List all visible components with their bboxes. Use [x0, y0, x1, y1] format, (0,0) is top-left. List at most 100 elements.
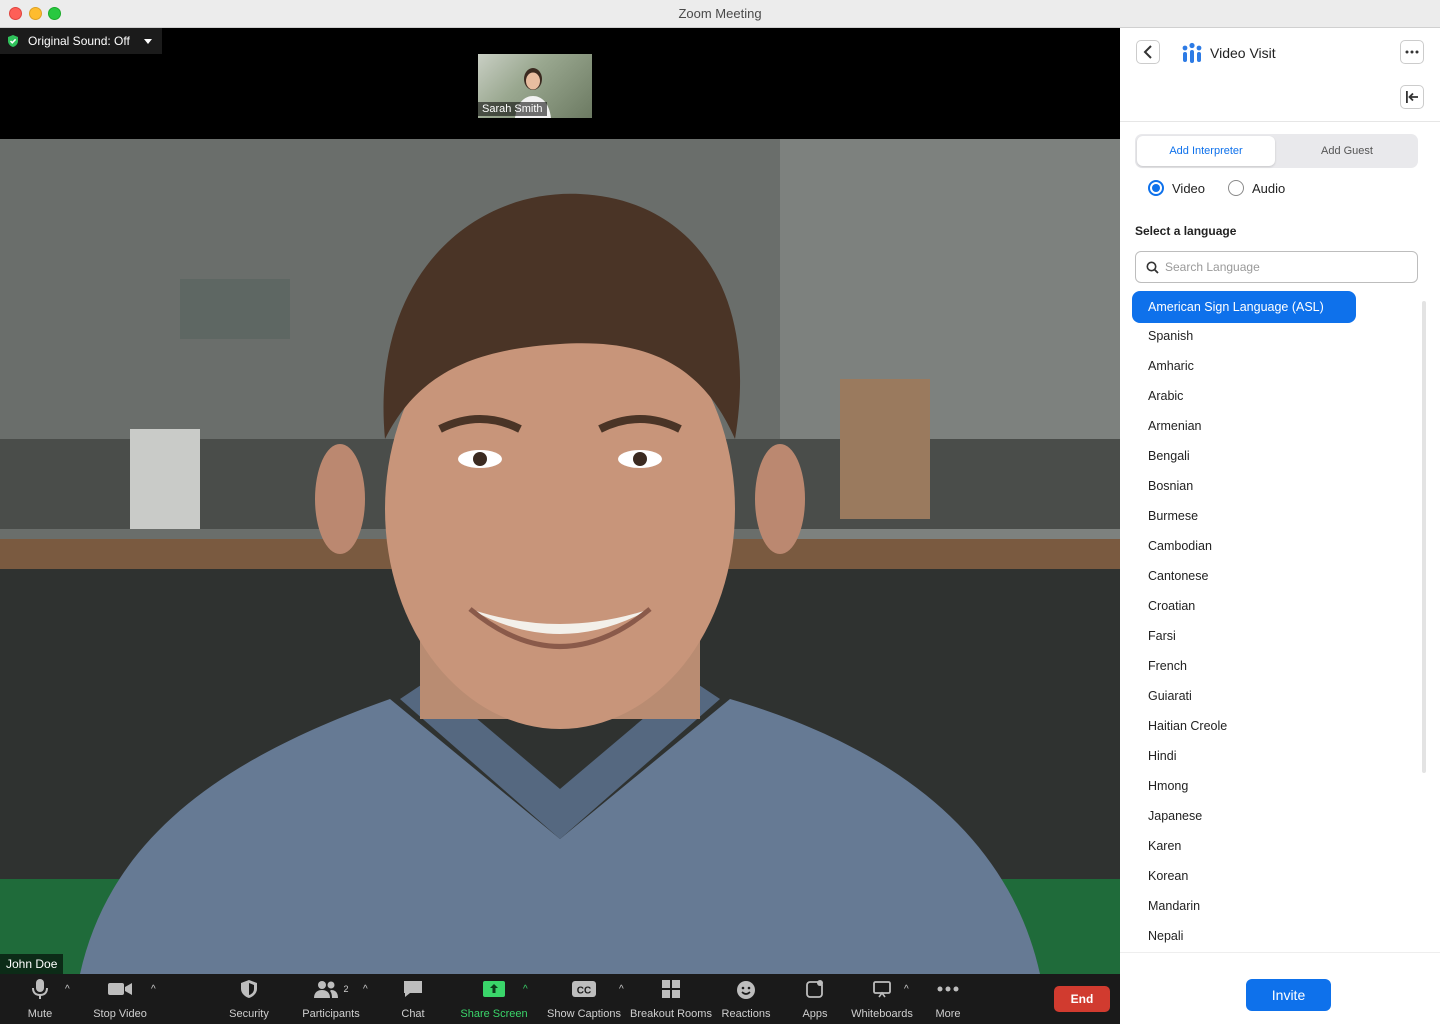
language-search-box[interactable]: [1135, 251, 1418, 283]
security-button[interactable]: Security: [229, 974, 269, 1024]
stop-video-button[interactable]: Stop Video: [93, 974, 147, 1024]
chat-bubble-icon: [402, 974, 424, 1004]
mute-options-chevron-icon[interactable]: ^: [65, 984, 70, 995]
panel-footer-divider: [1120, 952, 1440, 953]
share-options-chevron-icon[interactable]: ^: [523, 984, 528, 995]
participant-name-label: Sarah Smith: [478, 102, 547, 116]
video-visit-logo-icon: [1182, 42, 1202, 63]
language-option[interactable]: Amharic: [1132, 351, 1356, 381]
original-sound-label: Original Sound: Off: [28, 34, 130, 48]
show-captions-label: Show Captions: [547, 1008, 621, 1020]
apps-icon: [805, 974, 825, 1004]
language-option[interactable]: Hmong: [1132, 771, 1356, 801]
tab-add-interpreter[interactable]: Add Interpreter: [1137, 136, 1275, 166]
language-list: American Sign Language (ASL) Spanish Amhar…: [1132, 291, 1422, 951]
share-screen-button[interactable]: Share Screen: [460, 974, 528, 1024]
language-option[interactable]: Cantonese: [1132, 561, 1356, 591]
participant-thumbnail[interactable]: Sarah Smith: [478, 54, 592, 118]
add-mode-tabs: Add Interpreter Add Guest: [1135, 134, 1418, 168]
participants-count: 2: [343, 984, 349, 994]
more-label: More: [935, 1008, 961, 1020]
window-title: Zoom Meeting: [678, 6, 762, 21]
panel-title: Video Visit: [1210, 45, 1276, 61]
video-options-chevron-icon[interactable]: ^: [151, 984, 156, 995]
show-captions-button[interactable]: CC Show Captions: [547, 974, 621, 1024]
language-option[interactable]: Arabic: [1132, 381, 1356, 411]
apps-button[interactable]: Apps: [798, 974, 832, 1024]
language-option[interactable]: Hindi: [1132, 741, 1356, 771]
participants-options-chevron-icon[interactable]: ^: [363, 984, 368, 995]
video-radio-option[interactable]: Video: [1148, 180, 1205, 196]
reactions-label: Reactions: [721, 1008, 771, 1020]
chevron-down-icon: [143, 38, 152, 44]
language-option[interactable]: Karen: [1132, 831, 1356, 861]
closed-captions-icon: CC: [571, 974, 597, 1004]
more-button[interactable]: More: [930, 974, 966, 1024]
more-dots-icon: [1405, 50, 1419, 54]
breakout-rooms-button[interactable]: Breakout Rooms: [630, 974, 712, 1024]
invite-button[interactable]: Invite: [1246, 979, 1331, 1011]
share-screen-icon: [482, 974, 506, 1004]
language-option[interactable]: Cambodian: [1132, 531, 1356, 561]
smiley-face-icon: [735, 974, 757, 1004]
language-option[interactable]: Burmese: [1132, 501, 1356, 531]
breakout-rooms-label: Breakout Rooms: [630, 1008, 712, 1020]
mute-label: Mute: [27, 1008, 53, 1020]
language-option[interactable]: Guiarati: [1132, 681, 1356, 711]
collapse-panel-button[interactable]: [1400, 85, 1424, 109]
language-list-scrollbar[interactable]: [1422, 301, 1426, 773]
search-language-input[interactable]: [1165, 260, 1405, 274]
original-sound-dropdown[interactable]: Original Sound: Off: [0, 28, 162, 54]
tab-add-guest[interactable]: Add Guest: [1278, 136, 1416, 166]
video-radio-label: Video: [1172, 180, 1206, 196]
end-meeting-button[interactable]: End: [1054, 986, 1110, 1012]
participants-label: Participants: [302, 1008, 360, 1020]
meeting-toolbar: Mute ^ Stop Video ^ Security 2 Participa…: [0, 974, 1120, 1024]
title-bar: Zoom Meeting: [0, 0, 1440, 28]
language-option[interactable]: Bengali: [1132, 441, 1356, 471]
video-radio[interactable]: [1148, 180, 1164, 196]
language-option[interactable]: Nepali: [1132, 921, 1356, 951]
encryption-shield-icon: [8, 35, 18, 47]
participants-button[interactable]: 2 Participants: [300, 974, 362, 1024]
chat-button[interactable]: Chat: [393, 974, 433, 1024]
language-option[interactable]: Spanish: [1132, 321, 1356, 351]
captions-options-chevron-icon[interactable]: ^: [619, 984, 624, 995]
language-option[interactable]: Mandarin: [1132, 891, 1356, 921]
share-screen-label: Share Screen: [460, 1008, 528, 1020]
language-option[interactable]: Bosnian: [1132, 471, 1356, 501]
language-option[interactable]: Japanese: [1132, 801, 1356, 831]
language-heading: Select a language: [1135, 224, 1237, 238]
whiteboards-label: Whiteboards: [851, 1008, 913, 1020]
breakout-rooms-grid-icon: [661, 974, 681, 1004]
video-visit-panel: Video Visit Add Interpreter Add Guest Vi…: [1120, 28, 1440, 1024]
panel-more-button[interactable]: [1400, 40, 1424, 64]
whiteboards-options-chevron-icon[interactable]: ^: [904, 984, 909, 995]
language-option[interactable]: Croatian: [1132, 591, 1356, 621]
svg-text:CC: CC: [577, 986, 591, 997]
language-option[interactable]: Korean: [1132, 861, 1356, 891]
reactions-button[interactable]: Reactions: [722, 974, 770, 1024]
mute-button[interactable]: Mute: [20, 974, 60, 1024]
audio-radio-label: Audio: [1252, 180, 1286, 196]
language-option[interactable]: Haitian Creole: [1132, 711, 1356, 741]
language-option[interactable]: Armenian: [1132, 411, 1356, 441]
main-video-feed: John Doe: [0, 139, 1120, 974]
audio-radio[interactable]: [1228, 180, 1244, 196]
more-dots-icon: [937, 974, 959, 1004]
microphone-icon: [30, 974, 50, 1004]
language-option[interactable]: American Sign Language (ASL): [1132, 291, 1356, 323]
security-label: Security: [229, 1008, 269, 1020]
speaker-video-image: [0, 139, 1120, 974]
audio-radio-option[interactable]: Audio: [1228, 180, 1285, 196]
back-button[interactable]: [1136, 40, 1160, 64]
stop-video-label: Stop Video: [93, 1008, 147, 1020]
language-option[interactable]: Farsi: [1132, 621, 1356, 651]
language-option[interactable]: French: [1132, 651, 1356, 681]
shield-icon: [240, 974, 258, 1004]
panel-header-divider: [1120, 121, 1440, 122]
chevron-left-icon: [1143, 45, 1152, 59]
whiteboards-button[interactable]: Whiteboards: [851, 974, 913, 1024]
chat-label: Chat: [401, 1008, 425, 1020]
search-icon: [1146, 261, 1159, 274]
